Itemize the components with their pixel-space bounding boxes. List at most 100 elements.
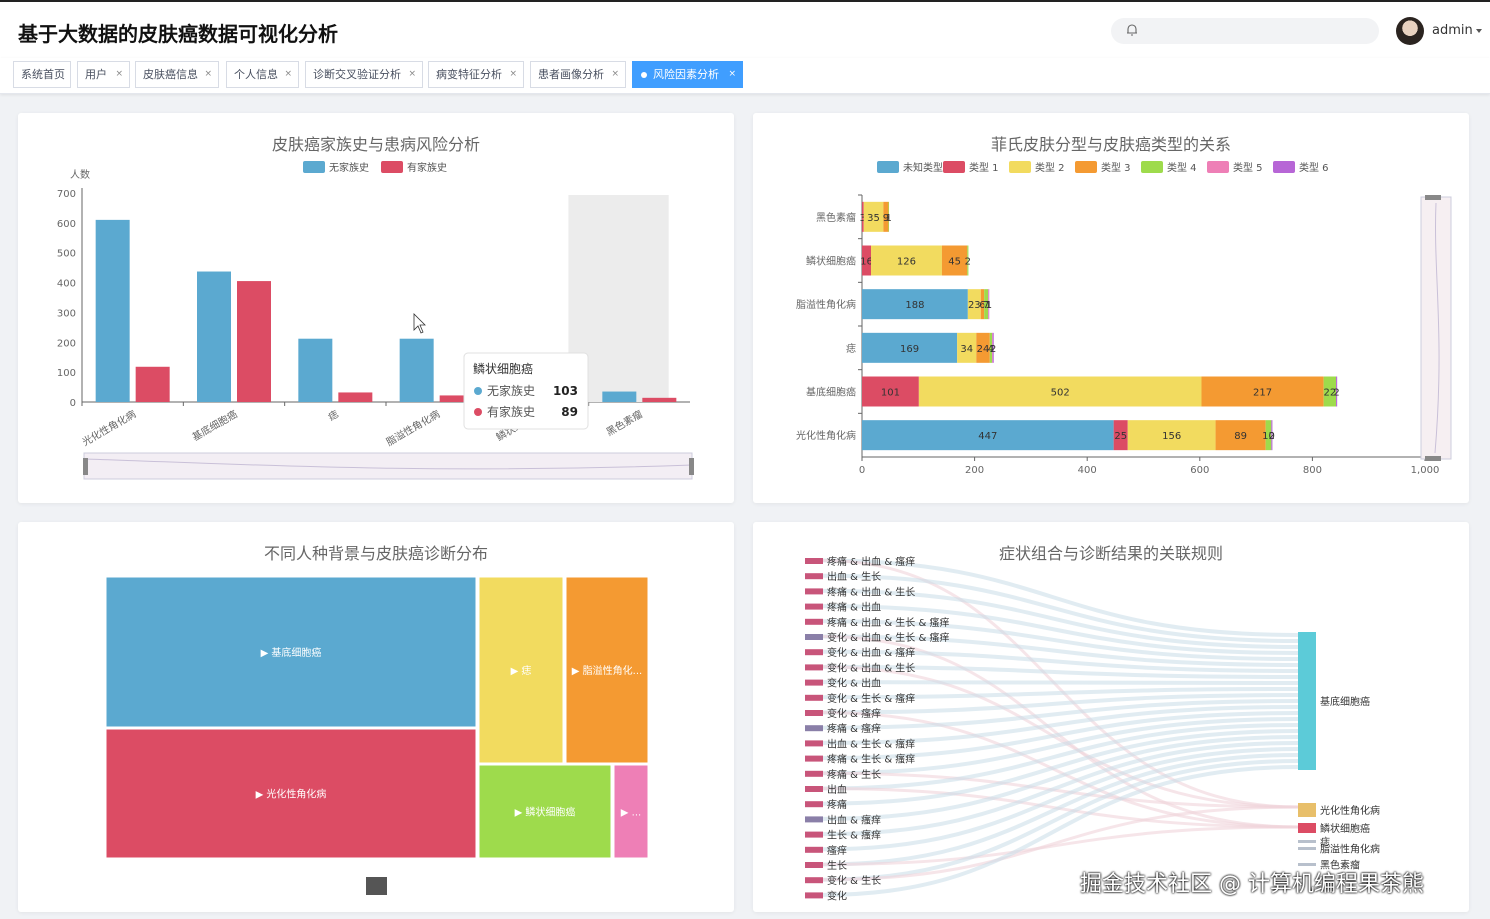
y-tick-label: 脂溢性角化病	[796, 298, 856, 311]
sankey-target: 光化性角化病	[1298, 803, 1380, 817]
tab-lesion-features[interactable]: 病变特征分析 ×	[428, 61, 524, 88]
close-icon[interactable]: ×	[115, 62, 123, 87]
sankey-node	[805, 725, 823, 732]
search-input[interactable]	[1111, 18, 1379, 44]
sankey-source-label: 出血 & 瘙痒	[827, 813, 881, 826]
association-panel: 症状组合与诊断结果的关联规则 疼痛 & 出血 & 瘙痒 出血 & 生长 疼痛 & 出…	[753, 522, 1469, 912]
sankey-link	[822, 680, 1299, 685]
sankey-source: 疼痛 & 出血 & 生长	[805, 585, 915, 598]
bar-无家族史	[95, 219, 130, 402]
data-label: 2	[990, 344, 996, 355]
legend-label: 类型 6	[1299, 161, 1329, 174]
sankey-source-label: 出血 & 生长 & 瘙痒	[827, 737, 915, 750]
tab-skin-cancer-info[interactable]: 皮肤癌信息 ×	[135, 61, 219, 88]
legend-label: 有家族史	[407, 161, 447, 174]
sankey-source: 变化 & 出血	[805, 677, 881, 690]
treemap-node: ▶ ...	[613, 764, 649, 859]
zoom-handle-right	[689, 458, 694, 475]
sankey-node	[1298, 847, 1316, 850]
sankey-node	[805, 710, 823, 716]
sankey-source-label: 疼痛	[827, 798, 847, 811]
tab-home[interactable]: 系统首页	[13, 61, 71, 88]
y-tick-label: 0	[70, 398, 76, 409]
bell-icon[interactable]	[1125, 23, 1139, 37]
close-icon[interactable]: ×	[611, 62, 619, 87]
sankey-node	[1298, 823, 1316, 833]
sankey-node	[805, 801, 823, 808]
sankey-node	[805, 573, 823, 580]
legend-swatch	[1273, 161, 1295, 173]
sankey-source-label: 疼痛 & 瘙痒	[827, 722, 881, 735]
close-icon[interactable]: ×	[284, 62, 292, 87]
close-icon[interactable]: ×	[204, 62, 212, 87]
legend-item: 未知类型	[877, 161, 943, 174]
tab-patient-profile[interactable]: 患者画像分析 ×	[530, 61, 626, 88]
y-tick-label: 500	[57, 249, 76, 260]
x-tick-label: 黑色素瘤	[604, 407, 645, 438]
zoom-handle-left	[83, 458, 88, 475]
legend-swatch	[381, 161, 403, 173]
sankey-source: 变化 & 出血 & 瘙痒	[805, 646, 915, 659]
bar-有家族史	[237, 281, 271, 402]
sankey-source-label: 变化 & 生长	[827, 874, 881, 887]
close-icon[interactable]: ×	[408, 62, 416, 87]
tab-label: 个人信息	[234, 68, 278, 81]
legend-label: 类型 5	[1233, 161, 1263, 174]
tab-label: 系统首页	[21, 68, 65, 81]
sankey-target: 基底细胞癌	[1298, 632, 1370, 770]
legend-label: 未知类型	[903, 161, 943, 174]
avatar[interactable]	[1396, 17, 1424, 45]
legend-swatch	[877, 161, 899, 173]
bar-有家族史	[338, 392, 373, 402]
sankey-source-label: 出血	[827, 783, 847, 796]
bar-无家族史	[602, 391, 637, 402]
x-tick-label: 光化性角化病	[80, 407, 138, 448]
family-history-panel: 皮肤癌家族史与患病风险分析 无家族史 有家族史 人数 0 100 200 300 400 500…	[18, 113, 734, 503]
close-icon[interactable]: ×	[728, 62, 736, 87]
data-label: 1	[986, 300, 992, 311]
tab-label: 病变特征分析	[436, 68, 502, 81]
family-history-chart[interactable]: 无家族史 有家族史人数0100200300400500600700光化性角化病 基底…	[18, 113, 734, 503]
sankey-node	[805, 770, 823, 777]
y-tick-label: 600	[57, 219, 76, 230]
tab-cross-validation[interactable]: 诊断交叉验证分析 ×	[305, 61, 423, 88]
data-label: 101	[881, 388, 900, 399]
sankey-source: 出血 & 生长	[805, 570, 881, 583]
close-icon[interactable]: ×	[509, 62, 517, 87]
x-tick-label: 800	[1303, 465, 1322, 476]
sankey-target-label: 鳞状细胞癌	[1320, 822, 1370, 835]
chevron-down-icon[interactable]	[1476, 29, 1482, 33]
tab-profile[interactable]: 个人信息 ×	[226, 61, 299, 88]
treemap-node: ▶ 脂溢性角化...	[565, 576, 649, 764]
sankey-node	[805, 634, 823, 640]
x-tick-label: 痣	[326, 407, 341, 423]
legend-label: 类型 1	[969, 161, 999, 174]
legend-label: 类型 2	[1035, 161, 1065, 174]
legend-swatch	[1141, 161, 1163, 173]
legend-swatch	[943, 161, 965, 173]
tooltip: 鳞状细胞癌无家族史 103 有家族史 89	[463, 352, 589, 430]
bar-有家族史	[135, 366, 170, 402]
legend-item: 类型 3	[1075, 161, 1131, 174]
tab-users[interactable]: 用户 ×	[77, 61, 130, 88]
association-sankey[interactable]: 疼痛 & 出血 & 瘙痒出血 & 生长疼痛 & 出血 & 生长疼痛 & 出血疼痛…	[753, 522, 1469, 912]
y-tick-label: 黑色素瘤	[816, 211, 856, 224]
sankey-node	[805, 831, 823, 838]
treemap-label: ▶ ...	[621, 808, 641, 819]
data-label: 1	[886, 213, 892, 224]
treemap-node: ▶ 光化性角化病	[105, 728, 477, 859]
fitzpatrick-chart[interactable]: 未知类型 类型 1 类型 2 类型 3 类型 4 类型 5 类型 6 0 200 400 600 80…	[753, 113, 1469, 503]
data-label: 217	[1253, 388, 1272, 399]
sankey-source-label: 生长 & 瘙痒	[827, 829, 881, 842]
top-bar: 基于大数据的皮肤癌数据可视化分析 admin	[0, 0, 1490, 58]
legend-label: 类型 4	[1167, 161, 1197, 174]
race-treemap[interactable]: ▶ 基底细胞癌 ▶ 光化性角化病 ▶ 痣 ▶ 脂溢性角化... ▶ 鳞状细胞癌 ▶ ...	[18, 522, 734, 912]
user-name[interactable]: admin	[1432, 23, 1473, 38]
sankey-source: 疼痛 & 出血 & 瘙痒	[805, 555, 915, 568]
watermark: 掘金技术社区 @ 计算机编程果茶熊	[1080, 872, 1424, 897]
sankey-source: 变化 & 出血 & 生长	[805, 661, 915, 674]
tab-risk-factors[interactable]: 风险因素分析 ×	[632, 61, 743, 88]
sankey-source-label: 变化 & 出血 & 生长 & 瘙痒	[827, 631, 949, 644]
data-label: 34	[960, 344, 973, 355]
sankey-source-label: 疼痛 & 出血	[827, 601, 881, 614]
